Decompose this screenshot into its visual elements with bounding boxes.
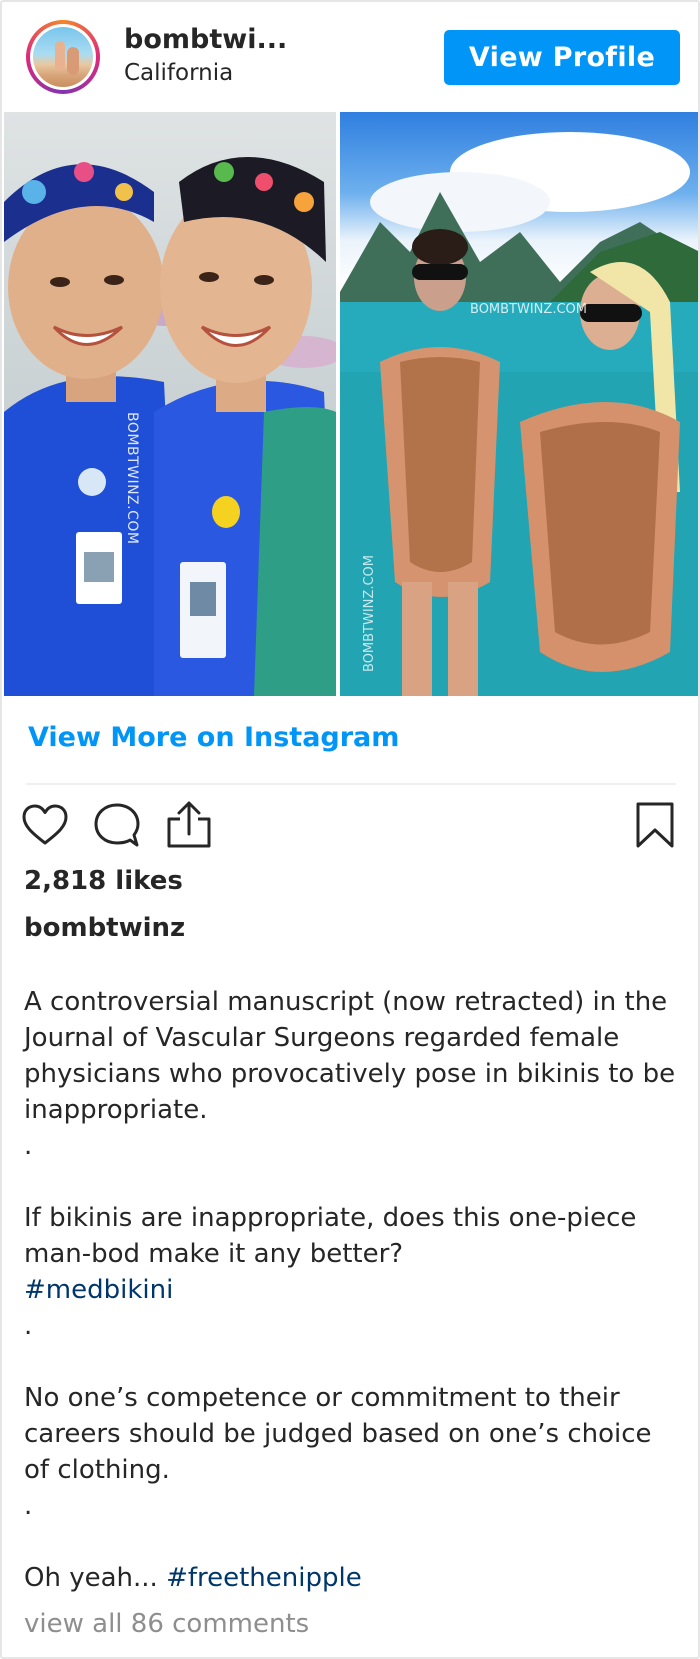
hashtag-link[interactable]: #freethenipple bbox=[166, 1563, 362, 1593]
photo-panel-beach: BOMBTWINZ.COM BOMBTWINZ.COM bbox=[340, 112, 698, 696]
view-profile-button[interactable]: View Profile bbox=[444, 30, 680, 85]
avatar-image bbox=[33, 27, 93, 87]
caption-separator: . bbox=[24, 1311, 33, 1341]
watermark-text: BOMBTWINZ.COM bbox=[124, 412, 140, 545]
post-header: bombtwi... California View Profile bbox=[2, 2, 698, 112]
location-link[interactable]: California bbox=[124, 60, 233, 86]
caption-separator: . bbox=[24, 1491, 33, 1521]
caption-paragraph: If bikinis are inappropriate, does this … bbox=[24, 1203, 637, 1269]
heart-icon[interactable] bbox=[22, 800, 68, 850]
hashtag-link[interactable]: #medbikini bbox=[24, 1275, 173, 1305]
caption-paragraph: No one’s competence or commitment to the… bbox=[24, 1383, 652, 1485]
profile-avatar[interactable] bbox=[26, 20, 100, 94]
caption-text: A controversial manuscript (now retracte… bbox=[24, 984, 684, 1596]
share-icon[interactable] bbox=[166, 800, 212, 850]
view-more-link[interactable]: View More on Instagram bbox=[28, 722, 399, 753]
username-link[interactable]: bombtwi... bbox=[124, 24, 287, 55]
post-photo[interactable]: BOMBTWINZ.COM BOMBTWINZ.COM BOMBTWINZ.CO… bbox=[4, 112, 698, 696]
comment-icon[interactable] bbox=[94, 800, 140, 850]
divider bbox=[26, 783, 676, 785]
caption-paragraph: A controversial manuscript (now retracte… bbox=[24, 987, 676, 1125]
caption-username[interactable]: bombtwinz bbox=[24, 913, 185, 943]
watermark-text: BOMBTWINZ.COM bbox=[362, 555, 377, 672]
photo-panel-scrubs: BOMBTWINZ.COM bbox=[4, 112, 336, 696]
caption-separator: . bbox=[24, 1131, 33, 1161]
view-all-comments-link[interactable]: view all 86 comments bbox=[24, 1609, 309, 1639]
likes-count[interactable]: 2,818 likes bbox=[24, 866, 183, 896]
caption-paragraph: Oh yeah... bbox=[24, 1563, 167, 1593]
instagram-embed-card: bombtwi... California View Profile BOMBT… bbox=[0, 0, 700, 1659]
beach-illustration bbox=[340, 132, 698, 696]
watermark-text: BOMBTWINZ.COM bbox=[470, 302, 587, 317]
scrubs-illustration bbox=[4, 157, 336, 696]
bookmark-icon[interactable] bbox=[634, 800, 676, 850]
